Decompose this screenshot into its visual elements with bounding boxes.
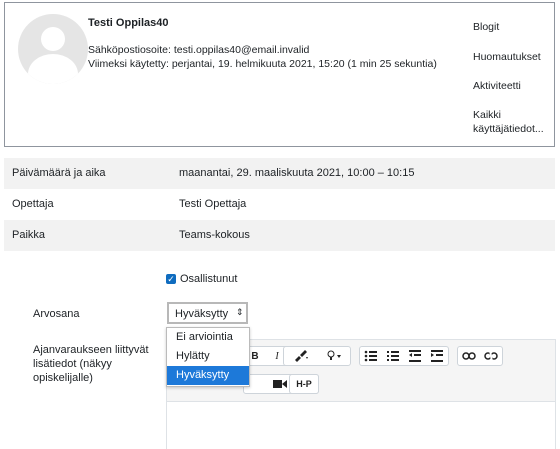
grade-option[interactable]: Hylätty <box>167 347 249 366</box>
link-blogs[interactable]: Blogit <box>473 20 499 34</box>
attended-label[interactable]: Osallistunut <box>180 273 237 285</box>
paint-brush-icon[interactable] <box>284 347 317 365</box>
grade-label: Arvosana <box>33 308 80 320</box>
indent-icon[interactable] <box>426 347 448 365</box>
user-name[interactable]: Testi Oppilas40 <box>88 17 169 29</box>
grade-option-label: Ei arviointia <box>176 331 233 343</box>
grade-select[interactable]: Hyväksytty ⇕ <box>167 302 248 324</box>
attended-checkbox[interactable]: ✓ <box>166 274 176 284</box>
grade-option-label: Hyväksytty <box>176 369 230 381</box>
last-access: Viimeksi käytetty: perjantai, 19. helmik… <box>88 58 437 70</box>
avatar[interactable] <box>18 14 88 84</box>
outdent-icon[interactable] <box>404 347 426 365</box>
notes-text-area[interactable] <box>167 401 555 449</box>
grade-option[interactable]: Ei arviointia <box>167 328 249 347</box>
detail-value: Testi Opettaja <box>179 198 247 210</box>
detail-row-datetime: Päivämäärä ja aika maanantai, 29. maalis… <box>4 158 555 189</box>
link-all-user-info[interactable]: Kaikki käyttäjätiedot... <box>473 108 544 136</box>
toolbar-group-lists <box>359 346 449 366</box>
toolbar-group-h5p: H-P <box>289 374 319 394</box>
unlink-icon[interactable] <box>480 347 502 365</box>
detail-row-location: Paikka Teams-kokous <box>4 220 555 251</box>
user-email-line: Sähköpostiosoite: testi.oppilas40@email.… <box>88 44 309 56</box>
detail-label: Paikka <box>12 229 46 241</box>
link-activity[interactable]: Aktiviteetti <box>473 79 521 93</box>
grade-option-label: Hylätty <box>176 350 210 362</box>
link-all-user-info-line2[interactable]: käyttäjätiedot... <box>473 123 544 135</box>
detail-value: Teams-kokous <box>179 229 250 241</box>
h5p-button[interactable]: H-P <box>290 375 318 393</box>
email-label: Sähköpostiosoite: <box>88 44 171 56</box>
numbered-list-icon[interactable] <box>382 347 404 365</box>
user-email[interactable]: testi.oppilas40@email.invalid <box>174 44 310 56</box>
select-arrow-icon: ⇕ <box>236 307 244 317</box>
toolbar-group-links <box>457 346 503 366</box>
user-profile-card: Testi Oppilas40 Sähköpostiosoite: testi.… <box>4 2 555 147</box>
notes-label: Ajanvaraukseen liittyvät lisätiedot (näk… <box>33 344 149 384</box>
attended-checkbox-group[interactable]: ✓ Osallistunut <box>166 273 237 285</box>
grade-option-selected[interactable]: Hyväksytty <box>167 366 249 385</box>
detail-value: maanantai, 29. maaliskuuta 2021, 10:00 –… <box>179 167 415 179</box>
link-all-user-info-line1[interactable]: Kaikki <box>473 109 501 121</box>
link-icon[interactable] <box>458 347 480 365</box>
detail-label: Päivämäärä ja aika <box>12 167 106 179</box>
lightbulb-icon[interactable] <box>317 347 350 365</box>
grade-selected-value: Hyväksytty <box>175 308 229 320</box>
detail-row-teacher: Opettaja Testi Opettaja <box>4 189 555 220</box>
link-notes[interactable]: Huomautukset <box>473 50 541 64</box>
grade-dropdown-menu: Ei arviointia Hylätty Hyväksytty <box>166 327 250 387</box>
detail-label: Opettaja <box>12 198 54 210</box>
bullet-list-icon[interactable] <box>360 347 382 365</box>
toolbar-group-style <box>283 346 351 366</box>
